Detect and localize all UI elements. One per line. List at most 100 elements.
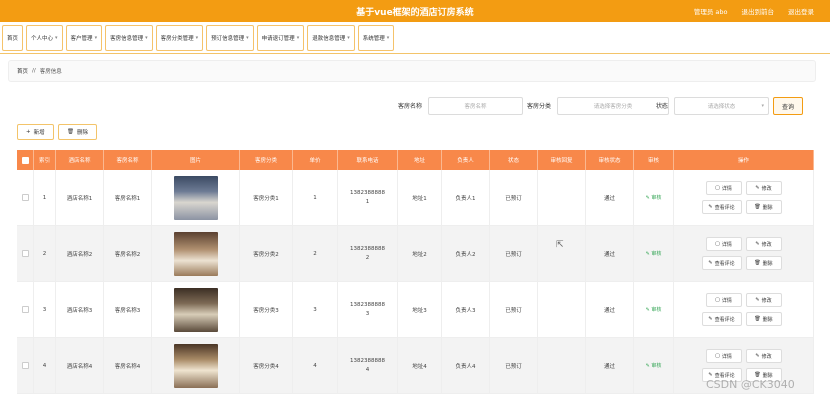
nav-item-label: 系统管理: [362, 35, 385, 42]
row-checkbox[interactable]: [21, 306, 29, 313]
table-cell: 1: [34, 170, 56, 225]
cell-price: 3: [313, 306, 317, 313]
edit-button[interactable]: ✎ 修改: [745, 349, 782, 363]
nav-item-4[interactable]: 客房分类管理 ▾: [155, 24, 204, 51]
edit-button[interactable]: ✎ 修改: [745, 181, 782, 195]
nav-item-0[interactable]: 首页: [2, 24, 24, 51]
delete-button[interactable]: 🗑 删除: [745, 256, 782, 270]
filter-bar: 客房名称 客房名称 客房分类 请选择客房分类 ▾ 状态 请选择状态 ▾ 查询: [0, 97, 830, 115]
view-reviews-button[interactable]: ✎ 查看评论: [701, 312, 742, 326]
detail-button[interactable]: ▢ 详情: [705, 237, 742, 251]
nav-item-6[interactable]: 申请退订管理 ▾: [256, 24, 305, 51]
audit-link[interactable]: ✎ 审核: [646, 250, 662, 257]
room-photo[interactable]: [173, 343, 218, 388]
nav-item-5[interactable]: 预订信息管理 ▾: [206, 24, 254, 51]
table-header: 索引 酒店名称 客房名称 图片 客房分类 单价 联系电话 地址 负责人 状态 审核回复 审核状态 审核操…: [17, 150, 814, 170]
trash-icon: 🗑: [754, 316, 761, 322]
audit-link[interactable]: ✎ 审核: [646, 194, 662, 201]
room-category-label: 客房分类: [527, 103, 552, 110]
edit-button[interactable]: ✎ 修改: [745, 237, 782, 251]
edit-icon: ✎: [645, 195, 650, 201]
room-photo[interactable]: [173, 175, 218, 220]
table-row: 3 酒店名称3 客房名称3 客房分类3 3 1382388888 3 地址3 负责人3 已预订 通过…: [17, 282, 814, 338]
delete-button[interactable]: 🗑 删除: [745, 200, 782, 214]
row-checkbox[interactable]: [21, 362, 29, 369]
column-header: 索引: [34, 150, 56, 170]
column-header: 审核状态: [586, 150, 634, 170]
chevron-down-icon: ▾: [94, 34, 98, 41]
room-name-input[interactable]: 客房名称: [428, 97, 523, 115]
edit-icon: ✎: [645, 307, 650, 313]
table-cell: 客房名称1: [104, 170, 152, 225]
back-to-front-link[interactable]: 退出到前台: [742, 6, 775, 16]
room-name-label: 客房名称: [398, 103, 423, 110]
cell-phone: 1382388888 2: [350, 245, 385, 261]
nav-item-label: 预订信息管理: [211, 35, 245, 42]
add-button[interactable]: + 新增: [17, 124, 54, 140]
row-checkbox[interactable]: [21, 194, 29, 201]
table-cell: 客房名称2: [104, 226, 152, 281]
detail-button[interactable]: ▢ 详情: [705, 349, 742, 363]
cell-status: 已预订: [505, 251, 522, 258]
cell-price: 2: [313, 250, 317, 257]
table-cell: [152, 338, 240, 393]
status-select[interactable]: 请选择状态 ▾: [674, 97, 769, 115]
nav-item-label: 申请退订管理: [261, 35, 295, 42]
column-header: 状态: [490, 150, 538, 170]
view-reviews-button[interactable]: ✎ 查看评论: [701, 256, 742, 270]
column-header: 联系电话: [338, 150, 398, 170]
room-photo[interactable]: [173, 287, 218, 332]
table-cell: [538, 226, 586, 281]
table-cell: [152, 170, 240, 225]
batch-delete-button[interactable]: 🗑 删除: [58, 124, 97, 140]
view-reviews-button[interactable]: ✎ 查看评论: [701, 200, 742, 214]
nav-item-2[interactable]: 客户管理 ▾: [65, 24, 103, 51]
cell-room-category: 客房分类3: [253, 307, 279, 314]
row-checkbox[interactable]: [21, 250, 29, 257]
nav-item-3[interactable]: 客房信息管理 ▾: [105, 24, 153, 51]
table-cell: ✎ 审核: [634, 338, 674, 393]
logout-link[interactable]: 退出登录: [788, 6, 814, 16]
column-header: 客房名称: [104, 150, 152, 170]
row-operations: ▢ 详情 ✎ 修改 ✎ 查看评论 🗑 删除: [701, 237, 782, 270]
current-user: 管理员 abo: [693, 8, 728, 16]
table-row: 2 酒店名称2 客房名称2 客房分类2 2 1382388888 2 地址2 负责人2 已预订 通过…: [17, 226, 814, 282]
table-cell: 负责人2: [442, 226, 490, 281]
document-icon: ▢: [715, 185, 720, 191]
table-cell: [538, 338, 586, 393]
column-header: 操作: [674, 150, 814, 170]
nav-item-7[interactable]: 退款信息管理 ▾: [307, 24, 355, 51]
audit-link[interactable]: ✎ 审核: [646, 306, 662, 313]
cell-status: 已预订: [505, 195, 522, 202]
search-button[interactable]: 查询: [773, 97, 803, 115]
cell-address: 地址1: [412, 195, 427, 202]
nav-item-8[interactable]: 系统管理 ▾: [357, 24, 395, 51]
table-cell: 通过: [586, 282, 634, 337]
edit-icon: ✎: [708, 260, 713, 266]
cell-status: 已预订: [505, 307, 522, 314]
cell-phone: 1382388888 1: [350, 189, 385, 205]
edit-icon: ✎: [708, 316, 713, 322]
audit-link[interactable]: ✎ 审核: [646, 362, 662, 369]
detail-button[interactable]: ▢ 详情: [705, 293, 742, 307]
room-category-select[interactable]: 请选择客房分类 ▾: [557, 97, 669, 115]
table-cell: 4: [293, 338, 338, 393]
select-all-checkbox[interactable]: [21, 156, 29, 164]
column-header: 审核: [634, 150, 674, 170]
cell-index: 3: [42, 306, 47, 313]
breadcrumb-separator: //: [32, 68, 36, 74]
table-cell: ▢ 详情 ✎ 修改 ✎ 查看评论 🗑 删除: [674, 170, 814, 225]
table-cell: 酒店名称3: [56, 282, 104, 337]
delete-button[interactable]: 🗑 删除: [745, 312, 782, 326]
table-cell: 已预订: [490, 338, 538, 393]
cell-hotel-name: 酒店名称1: [66, 195, 93, 202]
table-cell: 已预订: [490, 282, 538, 337]
cell-phone: 1382388888 3: [350, 301, 385, 317]
room-photo[interactable]: [173, 231, 218, 276]
edit-button[interactable]: ✎ 修改: [745, 293, 782, 307]
cell-phone: 1382388888 4: [350, 357, 385, 373]
breadcrumb-home[interactable]: 首页: [17, 67, 28, 75]
detail-button[interactable]: ▢ 详情: [705, 181, 742, 195]
nav-item-1[interactable]: 个人中心 ▾: [26, 24, 63, 51]
table-cell: 负责人1: [442, 170, 490, 225]
